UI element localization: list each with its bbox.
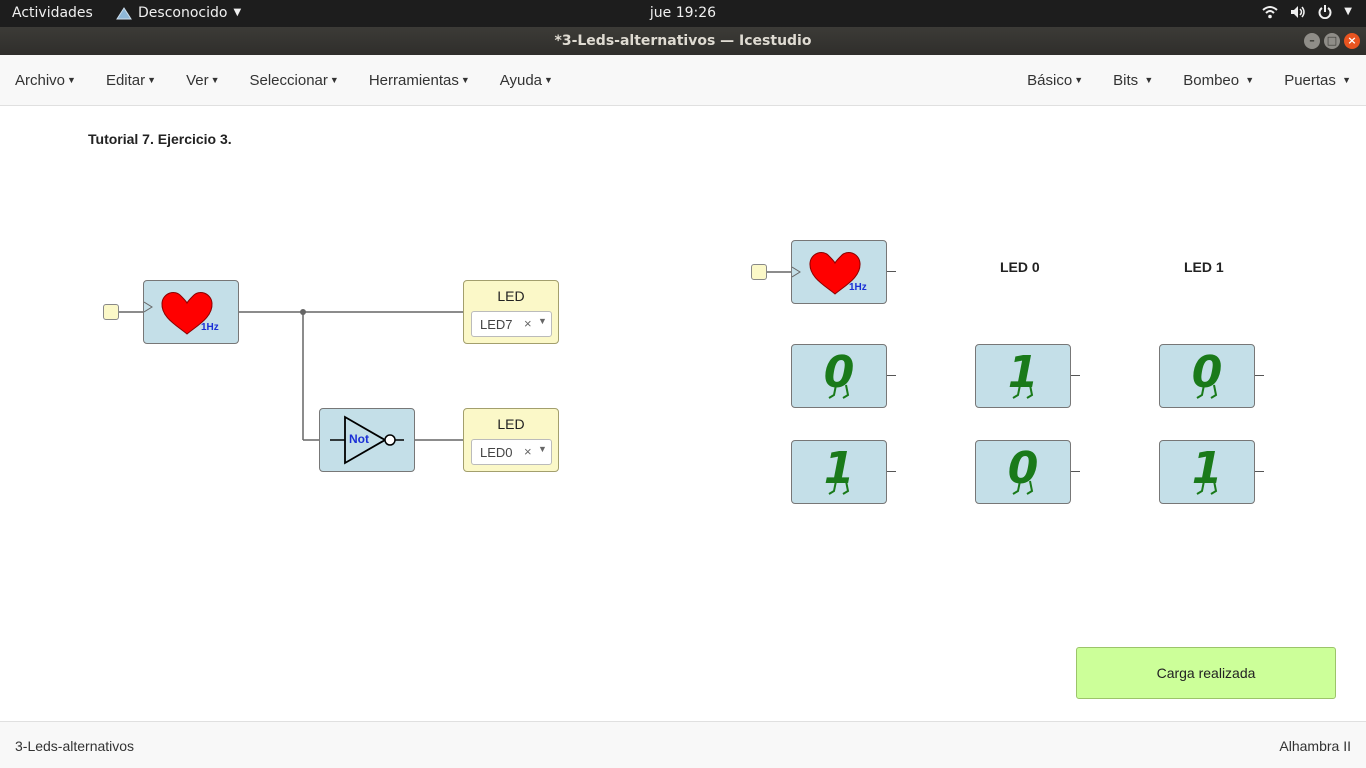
dropdown-arrow-icon[interactable]: ▼	[538, 316, 547, 326]
status-footer: 3-Leds-alternativos Alhambra II	[0, 721, 1366, 768]
output-stub	[1255, 375, 1264, 376]
board-selector[interactable]: Alhambra II	[1279, 738, 1351, 754]
menu-herramientas[interactable]: Herramientas ▼	[369, 72, 470, 89]
legs-icon	[1196, 384, 1218, 399]
not-gate-block[interactable]: Not	[319, 408, 415, 472]
constant-bit-block[interactable]: 0	[975, 440, 1071, 504]
constant-bit-block[interactable]: 0	[1159, 344, 1255, 408]
caret-down-icon: ▼	[1245, 75, 1255, 85]
menu-editar[interactable]: Editar ▼	[106, 72, 156, 89]
system-tray[interactable]: ▼	[1262, 5, 1352, 19]
constant-bit-block[interactable]: 1	[975, 344, 1071, 408]
led-output-block[interactable]: LED LED7 × ▼	[463, 280, 559, 344]
maximize-button[interactable]: □	[1324, 33, 1340, 49]
upload-success-toast[interactable]: Carga realizada	[1076, 647, 1336, 699]
frequency-label: 1Hz	[201, 322, 219, 333]
caret-down-icon: ▼	[147, 75, 157, 85]
clock[interactable]: jue 19:26	[0, 5, 1366, 21]
clear-icon[interactable]: ×	[524, 316, 532, 331]
window-titlebar[interactable]: *3-Leds-alternativos — Icestudio – □ ×	[0, 27, 1366, 55]
led-pin-value: LED7	[480, 317, 513, 332]
clear-icon[interactable]: ×	[524, 444, 532, 459]
caret-down-icon: ▼	[1342, 75, 1351, 85]
system-top-bar: Actividades Desconocido ▼ jue 19:26 ▼	[0, 0, 1366, 27]
caret-down-icon: ▼	[210, 75, 220, 85]
heartbeat-block[interactable]: 1Hz	[143, 280, 239, 344]
legs-icon	[1196, 480, 1218, 495]
minimize-button[interactable]: –	[1304, 33, 1320, 49]
chevron-down-icon: ▼	[1344, 5, 1352, 17]
caret-down-icon: ▼	[1074, 75, 1084, 85]
constant-bit-block[interactable]: 0	[791, 344, 887, 408]
close-button[interactable]: ×	[1344, 33, 1360, 49]
output-stub	[1071, 375, 1080, 376]
caret-down-icon: ▼	[460, 75, 470, 85]
led-title: LED	[497, 288, 525, 304]
led-pin-select[interactable]: LED7 × ▼	[471, 311, 552, 337]
output-stub	[1255, 471, 1264, 472]
legs-icon	[1012, 384, 1034, 399]
legs-icon	[828, 384, 850, 399]
caret-down-icon: ▼	[67, 75, 76, 85]
heart-icon	[144, 292, 213, 335]
not-label: Not	[349, 432, 369, 446]
menubar: Archivo ▼ Editar ▼ Ver ▼ Seleccionar ▼ Herra…	[0, 55, 1366, 106]
menu-bits[interactable]: Bits ▼	[1113, 72, 1153, 89]
constant-bit-block[interactable]: 1	[791, 440, 887, 504]
table-header-led1[interactable]: LED 1	[1184, 259, 1224, 275]
dropdown-arrow-icon[interactable]: ▼	[538, 444, 547, 454]
output-stub	[887, 271, 896, 272]
design-canvas[interactable]: Tutorial 7. Ejercicio 3. 1Hz Not LED LED…	[0, 106, 1366, 721]
legs-icon	[828, 480, 850, 495]
legs-icon	[1012, 480, 1034, 495]
volume-icon	[1291, 6, 1306, 18]
output-stub	[887, 375, 896, 376]
menu-bombeo[interactable]: Bombeo ▼	[1183, 72, 1254, 89]
menu-basico[interactable]: Básico ▼	[1027, 72, 1083, 89]
led-pin-select[interactable]: LED0 × ▼	[471, 439, 552, 465]
wires	[119, 271, 791, 441]
window-title: *3-Leds-alternativos — Icestudio	[554, 33, 812, 49]
project-name: 3-Leds-alternativos	[15, 738, 135, 754]
menu-seleccionar[interactable]: Seleccionar ▼	[250, 72, 339, 89]
menu-puertas[interactable]: Puertas ▼	[1284, 72, 1351, 89]
table-header-led0[interactable]: LED 0	[1000, 259, 1040, 275]
frequency-label: 1Hz	[849, 282, 867, 293]
output-stub	[1071, 471, 1080, 472]
heart-icon	[792, 252, 861, 295]
constant-bit-block[interactable]: 1	[1159, 440, 1255, 504]
input-port[interactable]	[103, 304, 119, 320]
menu-ayuda[interactable]: Ayuda ▼	[500, 72, 553, 89]
heartbeat-block[interactable]: 1Hz	[791, 240, 887, 304]
led-pin-value: LED0	[480, 445, 513, 460]
caret-down-icon: ▼	[544, 75, 553, 85]
menu-archivo[interactable]: Archivo ▼	[15, 72, 76, 89]
led-title: LED	[497, 416, 525, 432]
wifi-icon	[1262, 6, 1278, 19]
output-stub	[887, 471, 896, 472]
menu-ver[interactable]: Ver ▼	[186, 72, 219, 89]
caret-down-icon: ▼	[329, 75, 339, 85]
input-port[interactable]	[751, 264, 767, 280]
power-icon	[1318, 5, 1332, 19]
caret-down-icon: ▼	[1144, 75, 1154, 85]
led-output-block[interactable]: LED LED0 × ▼	[463, 408, 559, 472]
